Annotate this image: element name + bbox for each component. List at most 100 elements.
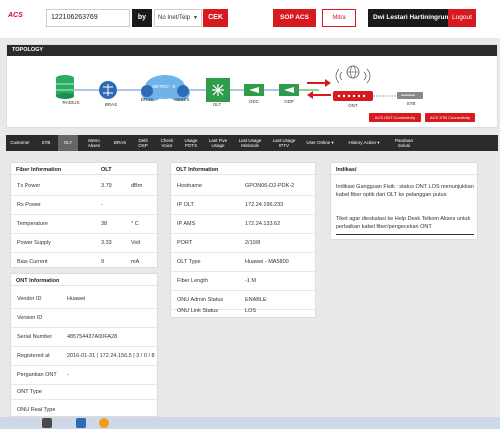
table-row: PORT 2/10/8	[171, 234, 315, 253]
table-row: Serial Number 485754437A00FA28	[11, 328, 157, 347]
row-value: LOS	[245, 308, 257, 314]
tab-usage-pots[interactable]: Usage POTS	[180, 135, 202, 151]
search-input[interactable]: 122106263769	[46, 9, 130, 27]
row-label: Power Supply	[17, 240, 51, 246]
row-label: Fiber Length	[177, 278, 208, 284]
search-type-select[interactable]: No Inet/Telp ▼	[154, 9, 202, 27]
tab-history-action[interactable]: History Action ▾	[342, 135, 386, 151]
indikasi-recommendation: Tiket agar dieskalasi ke Help Desk Telko…	[336, 215, 474, 235]
by-button[interactable]: by	[132, 9, 152, 27]
chevron-down-icon: ▾	[331, 140, 334, 145]
row-value: 172.24.133.62	[245, 221, 281, 227]
olt-info-panel: OLT Information Hostname GPON06-D2-PDK-2 …	[170, 162, 316, 318]
tab-check-voice[interactable]: Check Voice	[156, 135, 178, 151]
row-label: Hostname	[177, 183, 203, 189]
olt-info-title: OLT Information	[171, 163, 315, 175]
tab-olt[interactable]: OLT	[58, 135, 78, 151]
chevron-down-icon: ▾	[377, 140, 380, 145]
node-bras-label: BRAS	[104, 102, 118, 107]
row-value: Huawei	[67, 296, 86, 302]
table-row: Temperature 38 ° C	[11, 215, 157, 234]
row-unit: ° C	[131, 221, 139, 227]
mitra-button[interactable]: Mitra	[322, 9, 356, 27]
row-unit: mA	[131, 259, 140, 265]
row-label: ONU Link Status	[177, 308, 218, 314]
table-row: Power Supply 3.33 Volt	[11, 234, 157, 253]
tab-label: History Action	[348, 140, 376, 145]
row-value: 3.79	[101, 183, 112, 189]
tab-last-usage-iptv[interactable]: Last Usage IPTV	[268, 135, 300, 151]
chevron-down-icon: ▼	[193, 15, 198, 21]
task-view-icon[interactable]	[42, 418, 52, 428]
signal-arrows-icon	[307, 79, 331, 99]
row-label: Version ID	[17, 315, 43, 321]
row-value: 9	[101, 259, 105, 265]
tab-label: Voice	[161, 143, 173, 148]
row-value: 485754437A00FA28	[67, 334, 118, 340]
logout-button[interactable]: Logout	[448, 9, 476, 27]
ont-info-panel: ONT Information Vendor ID Huawei Version …	[10, 273, 158, 417]
tab-detil-osp[interactable]: Detil OSP	[132, 135, 154, 151]
sop-acs-button[interactable]: SOP ACS	[273, 9, 316, 27]
detail-tabs: Customer STB OLT Metro Akses BRAS Detil OS…	[6, 135, 498, 151]
table-row: IP OLT 172.24.196.233	[171, 196, 315, 215]
tab-label: Usage	[211, 143, 225, 148]
node-ont-label: ONT	[348, 103, 358, 108]
olt-icon	[206, 78, 230, 102]
tab-label: STB	[41, 140, 51, 145]
table-row: Rx Power -	[11, 196, 157, 215]
cek-button[interactable]: CEK	[203, 9, 228, 27]
tab-label: OLT	[63, 140, 73, 145]
tab-last-usage-minitools[interactable]: Last Usage Minitools	[234, 135, 266, 151]
top-bar: ACS 122106263769 by No Inet/Telp ▼ CEK S…	[0, 0, 500, 38]
row-value: 2/10/8	[245, 240, 261, 246]
odp-icon	[279, 84, 299, 96]
row-label: Pergantian ONT	[17, 372, 57, 378]
tab-label: IPTV	[278, 143, 289, 148]
row-label: IP AMS	[177, 221, 196, 227]
tab-customer[interactable]: Customer	[6, 135, 34, 151]
node-metro-label: METRO - E	[152, 84, 176, 89]
topology-title: TOPOLOGY	[7, 45, 497, 56]
topology-diagram	[56, 65, 423, 102]
fiber-info-title: Fiber Information	[16, 167, 62, 173]
table-row: OLT Type Huawei - MA5800	[171, 253, 315, 272]
fiber-info-panel: Fiber Information OLT Tx Power 3.79 dBm Rx…	[10, 162, 158, 268]
tab-panduan-solusi[interactable]: Panduan Solusi	[390, 135, 418, 151]
row-value: -	[101, 202, 103, 208]
ont-info-title: ONT Information	[11, 274, 157, 286]
table-row: Version ID	[11, 309, 157, 328]
acs-stb-connectivity-button[interactable]: ACS STB Connectivity	[425, 113, 475, 122]
row-label: IP OLT	[177, 202, 194, 208]
table-row: IP AMS 172.24.133.62	[171, 215, 315, 234]
tab-user-online[interactable]: User Online ▾	[302, 135, 338, 151]
table-row: Vendor ID Huawei	[11, 290, 157, 309]
radius-icon	[56, 75, 74, 99]
stb-device-icon	[397, 92, 423, 99]
table-row: Hostname GPON06-D2-PDK-2	[171, 177, 315, 196]
row-unit: Volt	[131, 240, 141, 246]
row-label: Registered at	[17, 353, 50, 359]
row-value: Huawei - MA5800	[245, 259, 289, 265]
row-label: Bias Current	[17, 259, 48, 265]
row-label: Serial Number	[17, 334, 53, 340]
indikasi-panel: Indikasi Indikasi Gangguan Fisik : statu…	[330, 162, 478, 240]
tab-label: POTS	[184, 143, 198, 148]
tab-bras[interactable]: BRAS	[110, 135, 130, 151]
mail-icon[interactable]	[76, 418, 86, 428]
acs-ont-connectivity-button[interactable]: ACS ONT Connectivity	[369, 113, 421, 122]
table-row: Registered at 2016-01-31 | 172.24.156.5 |…	[11, 347, 157, 366]
tab-last-five-usage[interactable]: Last Five Usage	[204, 135, 232, 151]
row-label: Tx Power	[17, 183, 41, 189]
tab-stb[interactable]: STB	[36, 135, 56, 151]
ont-device-icon	[333, 91, 373, 101]
table-row: Bias Current 9 mA	[11, 253, 157, 272]
table-row: ONT Type	[11, 381, 157, 400]
tab-metro-akses[interactable]: Metro Akses	[80, 135, 108, 151]
os-taskbar	[0, 417, 500, 429]
firefox-icon[interactable]	[99, 418, 109, 428]
node-stb-label: STB	[406, 101, 416, 106]
app-logo: ACS	[8, 12, 23, 19]
row-value: 2016-01-31 | 172.24.156.5 | 3 / 0 / 8	[67, 353, 155, 359]
table-row: Tx Power 3.79 dBm	[11, 177, 157, 196]
